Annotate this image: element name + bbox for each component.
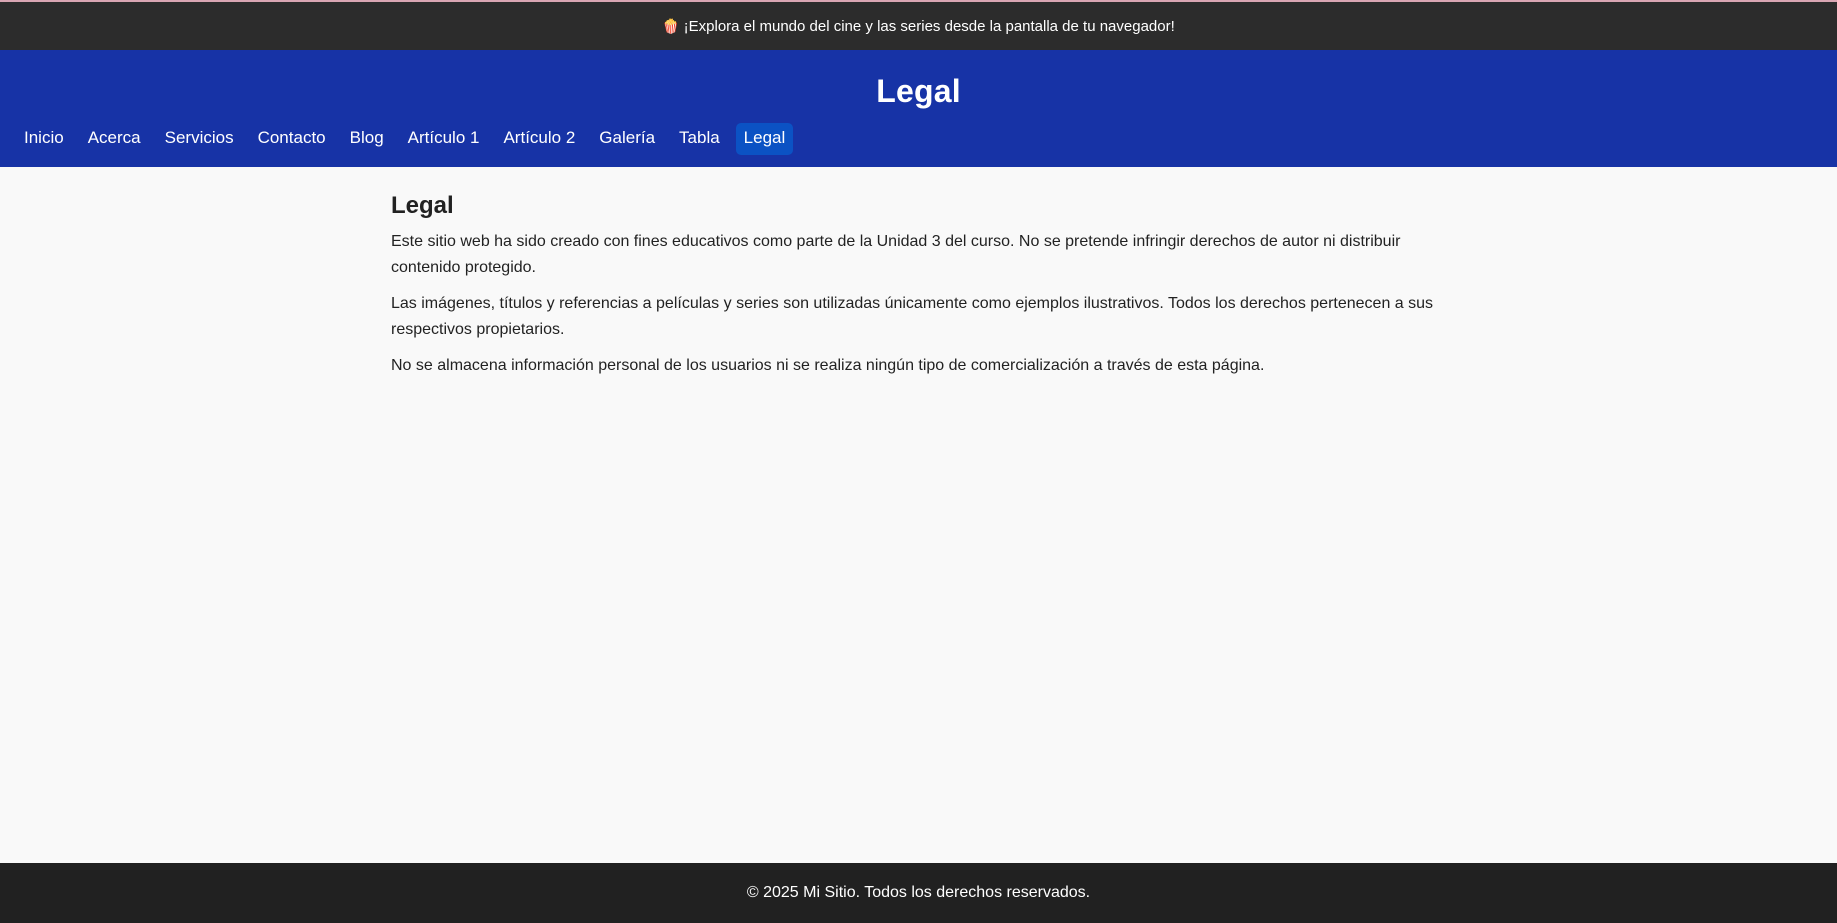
content-heading: Legal <box>391 192 454 219</box>
announcement-bar: 🍿 ¡Explora el mundo del cine y las serie… <box>0 0 1837 50</box>
nav-item-acerca[interactable]: Acerca <box>80 123 149 155</box>
site-header: Legal Inicio Acerca Servicios Contacto B… <box>0 50 1837 167</box>
page: 🍿 ¡Explora el mundo del cine y las serie… <box>0 0 1837 923</box>
legal-paragraph: Este sitio web ha sido creado con fines … <box>391 233 1401 276</box>
legal-paragraph: Las imágenes, títulos y referencias a pe… <box>391 295 1434 338</box>
announcement-text: ¡Explora el mundo del cine y las series … <box>683 17 1175 35</box>
nav-item-servicios[interactable]: Servicios <box>157 123 242 155</box>
page-title: Legal <box>876 73 961 109</box>
nav-item-inicio[interactable]: Inicio <box>16 123 72 155</box>
nav-item-blog[interactable]: Blog <box>342 123 392 155</box>
popcorn-icon: 🍿 <box>662 18 680 34</box>
main-content: Legal Este sitio web ha sido creado con … <box>391 192 1451 389</box>
main-nav: Inicio Acerca Servicios Contacto Blog Ar… <box>16 123 794 155</box>
legal-paragraph: No se almacena información personal de l… <box>391 357 1265 374</box>
nav-item-galeria[interactable]: Galería <box>591 123 663 155</box>
site-footer: © 2025 Mi Sitio. Todos los derechos rese… <box>0 863 1837 923</box>
nav-item-tabla[interactable]: Tabla <box>671 123 728 155</box>
footer-text: © 2025 Mi Sitio. Todos los derechos rese… <box>746 884 1091 901</box>
nav-item-legal[interactable]: Legal <box>735 123 794 155</box>
nav-item-articulo-2[interactable]: Artículo 2 <box>495 123 583 155</box>
nav-item-contacto[interactable]: Contacto <box>250 123 334 155</box>
nav-item-articulo-1[interactable]: Artículo 1 <box>400 123 488 155</box>
